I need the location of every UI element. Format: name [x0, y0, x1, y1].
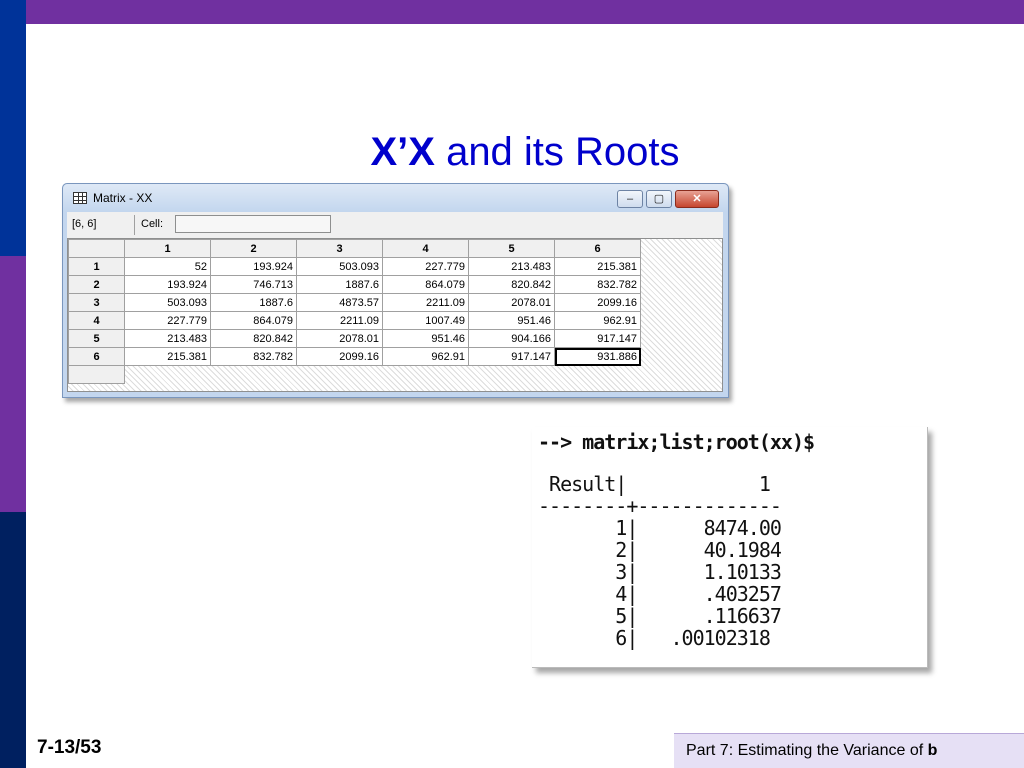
matrix-cell[interactable]: 962.91 [382, 347, 469, 366]
matrix-cell[interactable]: 951.46 [468, 311, 555, 330]
console-line: 1| 8474.00 [538, 516, 782, 540]
side-bar-segment-purple [0, 256, 26, 512]
console-line: --------+------------- [538, 494, 782, 518]
cell-label: Cell: [141, 218, 164, 230]
matrix-cell[interactable]: 4873.57 [296, 293, 383, 312]
page-number: 7-13/53 [37, 737, 102, 758]
matrix-cell[interactable]: 215.381 [554, 257, 641, 276]
column-header[interactable]: 5 [468, 239, 555, 258]
infobar-divider [134, 215, 135, 235]
matrix-cell[interactable]: 193.924 [210, 257, 297, 276]
side-bar-segment-blue [0, 0, 26, 256]
matrix-cell[interactable]: 2211.09 [296, 311, 383, 330]
cell-input[interactable] [175, 215, 331, 233]
matrix-cell[interactable]: 193.924 [124, 275, 211, 294]
matrix-cell[interactable]: 227.779 [124, 311, 211, 330]
matrix-infobar: [6, 6] Cell: [67, 212, 723, 238]
matrix-cell[interactable]: 2211.09 [382, 293, 469, 312]
matrix-cell[interactable]: 503.093 [296, 257, 383, 276]
matrix-table-icon [73, 192, 87, 204]
row-header[interactable]: 4 [68, 311, 125, 330]
matrix-cell[interactable]: 227.779 [382, 257, 469, 276]
slide-side-bar [0, 0, 26, 768]
console-line: 6| .00102318 [538, 626, 771, 650]
slide-title-bold: X’X [370, 130, 435, 174]
table-row: 2 193.924 746.713 1887.6 864.079 820.842… [68, 275, 641, 294]
row-header[interactable]: 5 [68, 329, 125, 348]
console-line: 2| 40.1984 [538, 538, 782, 562]
row-header[interactable]: 2 [68, 275, 125, 294]
table-row: 1 52 193.924 503.093 227.779 213.483 215… [68, 257, 641, 276]
console-line: Result| 1 [538, 472, 771, 496]
matrix-cell[interactable]: 832.782 [554, 275, 641, 294]
matrix-cell[interactable]: 2099.16 [296, 347, 383, 366]
matrix-cell[interactable]: 1007.49 [382, 311, 469, 330]
matrix-cell-selected[interactable]: 931.886 [554, 347, 641, 366]
matrix-header-row: 1 2 3 4 5 6 [68, 239, 641, 258]
side-bar-segment-navy [0, 512, 26, 768]
matrix-cell[interactable]: 917.147 [468, 347, 555, 366]
footer-text: Part 7: Estimating the Variance of [686, 742, 928, 759]
matrix-cell[interactable]: 213.483 [468, 257, 555, 276]
matrix-cell[interactable]: 917.147 [554, 329, 641, 348]
matrix-grid[interactable]: 1 2 3 4 5 6 1 52 193.924 503.093 227.779… [67, 238, 723, 392]
matrix-cell[interactable]: 820.842 [210, 329, 297, 348]
matrix-cell[interactable]: 962.91 [554, 311, 641, 330]
matrix-cell[interactable]: 820.842 [468, 275, 555, 294]
row-header[interactable]: 3 [68, 293, 125, 312]
matrix-cell[interactable]: 52 [124, 257, 211, 276]
table-row: 3 503.093 1887.6 4873.57 2211.09 2078.01… [68, 293, 641, 312]
row-header[interactable]: 6 [68, 347, 125, 366]
matrix-cell[interactable]: 2078.01 [468, 293, 555, 312]
close-button[interactable]: ✕ [675, 190, 719, 208]
console-output: --> matrix;list;root(xx)$ Result| 1 ----… [532, 427, 928, 668]
matrix-cell[interactable]: 951.46 [382, 329, 469, 348]
column-header[interactable]: 1 [124, 239, 211, 258]
matrix-window: Matrix - XX – ▢ ✕ [6, 6] Cell: 1 2 3 4 5… [62, 183, 729, 398]
column-header[interactable]: 2 [210, 239, 297, 258]
console-line: 3| 1.10133 [538, 560, 782, 584]
matrix-cell[interactable]: 215.381 [124, 347, 211, 366]
matrix-cell[interactable]: 213.483 [124, 329, 211, 348]
table-row: 6 215.381 832.782 2099.16 962.91 917.147… [68, 347, 641, 366]
row-header-empty[interactable] [68, 365, 125, 384]
matrix-cell[interactable]: 1887.6 [296, 275, 383, 294]
table-row: 5 213.483 820.842 2078.01 951.46 904.166… [68, 329, 641, 348]
row-header[interactable]: 1 [68, 257, 125, 276]
window-title: Matrix - XX [93, 191, 153, 205]
matrix-cell[interactable]: 2078.01 [296, 329, 383, 348]
minimize-button[interactable]: – [617, 190, 643, 208]
matrix-dimensions: [6, 6] [72, 218, 97, 230]
table-row: 4 227.779 864.079 2211.09 1007.49 951.46… [68, 311, 641, 330]
matrix-cell[interactable]: 864.079 [210, 311, 297, 330]
footer-caption: Part 7: Estimating the Variance of b [674, 733, 1024, 768]
matrix-cell[interactable]: 746.713 [210, 275, 297, 294]
console-line: 5| .116637 [538, 604, 782, 628]
matrix-cell[interactable]: 503.093 [124, 293, 211, 312]
column-header[interactable]: 4 [382, 239, 469, 258]
matrix-table: 1 2 3 4 5 6 1 52 193.924 503.093 227.779… [68, 239, 641, 384]
table-row-empty [68, 365, 641, 384]
footer-bold: b [927, 742, 938, 759]
matrix-corner-cell[interactable] [68, 239, 125, 258]
console-command: --> matrix;list;root(xx)$ [538, 430, 815, 454]
matrix-cell[interactable]: 2099.16 [554, 293, 641, 312]
slide-title-rest: and its Roots [434, 130, 680, 174]
column-header[interactable]: 3 [296, 239, 383, 258]
console-line: 4| .403257 [538, 582, 782, 606]
slide-top-bar [0, 0, 1024, 24]
matrix-cell[interactable]: 1887.6 [210, 293, 297, 312]
matrix-cell[interactable]: 904.166 [468, 329, 555, 348]
matrix-cell[interactable]: 864.079 [382, 275, 469, 294]
maximize-button[interactable]: ▢ [646, 190, 672, 208]
matrix-cell[interactable]: 832.782 [210, 347, 297, 366]
slide-title: X’X and its Roots [26, 128, 1024, 176]
window-titlebar[interactable]: Matrix - XX – ▢ ✕ [63, 184, 728, 212]
column-header[interactable]: 6 [554, 239, 641, 258]
